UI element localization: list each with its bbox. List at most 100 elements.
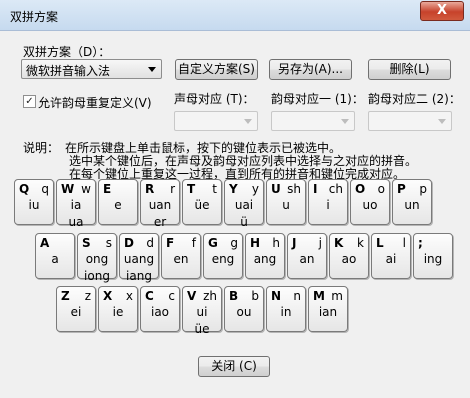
checkmark-icon: ✓ (25, 96, 34, 107)
key-shengmu: t (212, 182, 217, 196)
key-letter: Y (229, 182, 238, 196)
key-letter: E (103, 182, 112, 196)
key-yunmu: ei (57, 304, 95, 321)
key-yunmu-line: en (173, 252, 189, 266)
key-yunmu-line: ia (70, 198, 82, 212)
allow-repeat-checkbox[interactable]: ✓ (23, 95, 36, 108)
key-yunmu: iao (141, 304, 179, 321)
key-b[interactable]: Bb ou (224, 286, 264, 332)
key-h[interactable]: Hh ang (245, 233, 285, 279)
key-p[interactable]: Pp un (392, 179, 432, 225)
key-r[interactable]: Rr uan er (140, 179, 180, 229)
close-icon: X (436, 3, 448, 18)
key-yunmu-line: ang (253, 252, 277, 266)
key-yunmu: ia ua (57, 197, 95, 231)
yunmu2-select[interactable] (368, 111, 452, 131)
dialog-window: 双拼方案 X 双拼方案（D）： 微软拼音输入法 自定义方案(S) 另存为(A).… (0, 0, 470, 398)
yunmu1-select[interactable] (271, 111, 355, 131)
key-c[interactable]: Cc iao (140, 286, 180, 332)
key-letter: R (145, 182, 155, 196)
close-button[interactable]: 关闭 (C) (198, 356, 270, 377)
title-bar[interactable]: 双拼方案 X (0, 0, 470, 31)
key-e[interactable]: Ee (98, 179, 138, 225)
key-letter: H (250, 236, 261, 250)
save-as-button[interactable]: 另存为(A)... (269, 59, 352, 80)
custom-scheme-button[interactable]: 自定义方案(S) (175, 59, 258, 80)
shengmu-select[interactable] (174, 111, 258, 131)
key-yunmu: ui üe (183, 304, 221, 338)
key-letter: B (229, 289, 239, 303)
key-yunmu-line: iong (84, 269, 110, 283)
key-i[interactable]: Ich i (308, 179, 348, 225)
chevron-down-icon (244, 119, 252, 124)
key-d[interactable]: Dd uang iang (119, 233, 159, 283)
key-n[interactable]: Nn in (266, 286, 306, 332)
key-m[interactable]: Mm ian (308, 286, 348, 332)
scheme-select[interactable]: 微软拼音输入法 (21, 59, 162, 79)
key-yunmu: iu (15, 197, 53, 214)
key-shengmu: j (318, 236, 322, 250)
key-letter: P (397, 182, 406, 196)
dialog-client-area: 双拼方案（D）： 微软拼音输入法 自定义方案(S) 另存为(A)... 删除(L… (7, 31, 463, 391)
key-yunmu-line: ing (423, 252, 443, 266)
key-x[interactable]: Xx ie (98, 286, 138, 332)
key-yunmu: uo (351, 197, 389, 214)
key-j[interactable]: Jj an (287, 233, 327, 279)
key-yunmu-line: ie (112, 305, 124, 319)
key-a[interactable]: Aa (35, 233, 75, 279)
key-yunmu: eng (204, 251, 242, 268)
key-g[interactable]: Gg eng (203, 233, 243, 279)
key-shengmu: b (251, 289, 259, 303)
key-yunmu-line: u (282, 198, 290, 212)
key-u[interactable]: Ush u (266, 179, 306, 225)
key-yunmu-line: e (114, 198, 122, 212)
key-yunmu: ie (99, 304, 137, 321)
key-letter: N (271, 289, 282, 303)
delete-button[interactable]: 删除(L) (368, 59, 451, 80)
key-yunmu-line: eng (211, 252, 235, 266)
key-yunmu-line: in (280, 305, 292, 319)
key-shengmu: sh (287, 182, 301, 196)
key-yunmu-line: a (51, 252, 59, 266)
key-z[interactable]: Zz ei (56, 286, 96, 332)
key-letter: Q (19, 182, 30, 196)
key-yunmu-line: ian (318, 305, 338, 319)
key-shengmu: z (84, 289, 91, 303)
key-letter: A (40, 236, 50, 250)
key-o[interactable]: Oo uo (350, 179, 390, 225)
key-yunmu-line: uang (123, 252, 155, 266)
scheme-select-value: 微软拼音输入法 (26, 64, 111, 78)
key-yunmu-line: an (299, 252, 315, 266)
key-letter: L (376, 236, 384, 250)
key-yunmu: üe (183, 197, 221, 214)
shengmu-label: 声母对应 (T)： (174, 92, 255, 106)
key-shengmu: r (170, 182, 175, 196)
key-l[interactable]: Ll ai (371, 233, 411, 279)
key-semicolon[interactable]: ; ing (413, 233, 453, 279)
key-letter: G (208, 236, 218, 250)
key-v[interactable]: Vzh ui üe (182, 286, 222, 336)
key-yunmu: ang (246, 251, 284, 268)
key-yunmu: ai (372, 251, 410, 268)
key-letter: F (166, 236, 175, 250)
key-t[interactable]: Tt üe (182, 179, 222, 225)
key-yunmu-line: ai (385, 252, 397, 266)
key-letter: V (187, 289, 197, 303)
key-s[interactable]: Ss ong iong (77, 233, 117, 283)
key-shengmu: q (41, 182, 49, 196)
key-yunmu-line: uai (234, 198, 254, 212)
window-close-button[interactable]: X (420, 1, 464, 21)
key-yunmu-line: ui (196, 305, 208, 319)
key-letter: S (82, 236, 91, 250)
key-yunmu: en (162, 251, 200, 268)
key-yunmu-line: ao (341, 252, 357, 266)
key-yunmu-line: ü (240, 215, 248, 229)
key-q[interactable]: Qq iu (14, 179, 54, 225)
key-f[interactable]: Ff en (161, 233, 201, 279)
key-y[interactable]: Yy uai ü (224, 179, 264, 229)
key-shengmu: w (81, 182, 91, 196)
key-w[interactable]: Ww ia ua (56, 179, 96, 229)
key-letter: O (355, 182, 366, 196)
key-k[interactable]: Kk ao (329, 233, 369, 279)
key-shengmu: o (377, 182, 385, 196)
